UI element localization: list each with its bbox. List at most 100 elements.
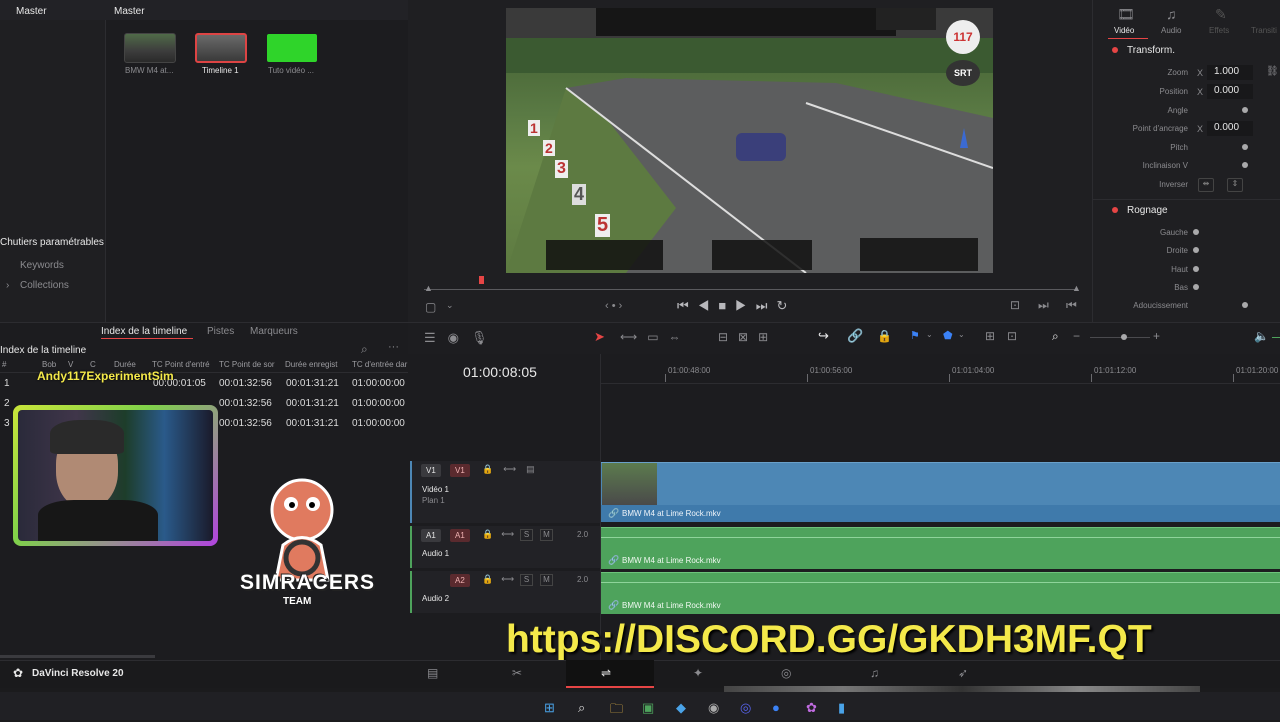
- v1-track-name[interactable]: Vidéo 1: [422, 485, 449, 494]
- crop-left-slider[interactable]: [1193, 229, 1199, 235]
- file-explorer-icon[interactable]: 🗀: [610, 700, 623, 722]
- marker-icon[interactable]: ⬟: [943, 329, 953, 342]
- tab-tracks[interactable]: Pistes: [207, 326, 234, 337]
- smart-bin-keywords[interactable]: Keywords: [20, 260, 64, 271]
- a1-mute-button[interactable]: M: [540, 529, 553, 541]
- volume-icon[interactable]: 🔈: [1254, 329, 1269, 343]
- col-number[interactable]: #: [2, 360, 6, 369]
- match-frame-icon[interactable]: ⊡: [1010, 298, 1020, 312]
- cut-page-icon[interactable]: ✂: [512, 666, 522, 680]
- pitch-slider[interactable]: [1242, 144, 1248, 150]
- crop-top-slider[interactable]: [1193, 266, 1199, 272]
- taskbar-app-icon[interactable]: ▣: [642, 700, 654, 716]
- in-point-icon[interactable]: ▲: [424, 283, 433, 293]
- smart-bins-heading[interactable]: Chutiers paramétrables: [0, 237, 104, 248]
- selection-tool-icon[interactable]: ➤: [594, 329, 605, 345]
- search-icon[interactable]: ⌕: [361, 342, 368, 357]
- fairlight-page-icon[interactable]: ♫: [870, 666, 879, 680]
- viewer-mode-icon[interactable]: ▢: [425, 300, 436, 314]
- timeline-thumb[interactable]: [195, 33, 247, 63]
- col-v[interactable]: V: [68, 360, 73, 369]
- lock-icon[interactable]: 🔒: [877, 329, 892, 343]
- a2-track-name[interactable]: Audio 2: [422, 594, 449, 603]
- windows-start-icon[interactable]: ⊞: [544, 700, 555, 716]
- angle-slider[interactable]: [1242, 107, 1248, 113]
- next-edit-icon[interactable]: ⏭: [1038, 298, 1049, 313]
- zoom-slider[interactable]: [1121, 334, 1127, 340]
- col-rec-in[interactable]: TC d'entrée dar: [352, 360, 407, 369]
- taskbar-app-icon[interactable]: ◆: [676, 700, 686, 716]
- edit-action-tools[interactable]: ⊟⊠⊞: [718, 330, 778, 344]
- play-icon[interactable]: ▶: [735, 298, 756, 313]
- taskbar-app-icon[interactable]: ✿: [806, 700, 817, 716]
- crop-title[interactable]: Rognage: [1127, 205, 1168, 216]
- crop-bottom-slider[interactable]: [1193, 284, 1199, 290]
- v1-source-badge[interactable]: V1: [421, 464, 441, 477]
- zoom-x-field[interactable]: 1.000: [1207, 65, 1253, 80]
- timeline-timecode[interactable]: 01:00:08:05: [463, 364, 537, 380]
- col-rec-duration[interactable]: Durée enregist: [285, 360, 337, 369]
- color-page-icon[interactable]: ◎: [781, 666, 791, 680]
- edit-mode-tools[interactable]: ⟷▭⇔: [620, 330, 691, 344]
- effects-tab-icon[interactable]: ✎: [1215, 6, 1227, 23]
- more-options-icon[interactable]: ···: [388, 341, 399, 353]
- col-duration[interactable]: Durée: [114, 360, 136, 369]
- smart-bin-collections[interactable]: Collections: [20, 280, 69, 291]
- crop-right-slider[interactable]: [1193, 247, 1199, 253]
- enable-dot[interactable]: [1112, 47, 1118, 53]
- zoom-in-icon[interactable]: +: [1153, 329, 1160, 343]
- a1-dest-badge[interactable]: A1: [450, 529, 470, 542]
- out-point-icon[interactable]: ▲: [1072, 283, 1081, 293]
- tab-effects[interactable]: Effets: [1209, 26, 1229, 35]
- loop-icon[interactable]: ↻: [776, 298, 796, 313]
- audio-tab-icon[interactable]: ♫: [1166, 6, 1177, 22]
- chevron-down-icon[interactable]: ⌄: [926, 330, 933, 339]
- linked-selection-icon[interactable]: 🔗: [847, 328, 863, 344]
- taskbar-app-icon[interactable]: ◎: [740, 700, 751, 716]
- tab-transitions[interactable]: Transiti: [1251, 26, 1277, 35]
- media-page-icon[interactable]: ▤: [427, 666, 438, 680]
- v1-dest-badge[interactable]: V1: [450, 464, 470, 477]
- tab-audio[interactable]: Audio: [1161, 26, 1181, 35]
- zoom-mode-tools[interactable]: ⊞⊡: [985, 329, 1029, 343]
- chevron-right-icon[interactable]: ›: [6, 280, 9, 291]
- taskbar-app-icon[interactable]: ▮: [838, 700, 845, 716]
- chevron-down-icon[interactable]: ⌄: [446, 300, 454, 311]
- zoom-search-icon[interactable]: ⌕: [1052, 329, 1059, 344]
- clip-thumb-bmw[interactable]: [124, 33, 176, 63]
- tilt-slider[interactable]: [1242, 162, 1248, 168]
- timeline-view-tools[interactable]: ☰◉🎙: [424, 330, 500, 346]
- prev-edit-icon[interactable]: ⏮: [1066, 298, 1077, 313]
- a2-solo-button[interactable]: S: [520, 574, 533, 586]
- reverse-play-icon[interactable]: ◀: [698, 298, 719, 313]
- clip-thumb-tuto[interactable]: [266, 33, 318, 63]
- tab-video[interactable]: Vidéo: [1114, 26, 1134, 35]
- fusion-page-icon[interactable]: ✦: [693, 666, 703, 680]
- video-tab-icon[interactable]: 🎞: [1117, 6, 1135, 23]
- a1-track-name[interactable]: Audio 1: [422, 549, 449, 558]
- transform-title[interactable]: Transform.: [1127, 45, 1175, 56]
- position-x-field[interactable]: 0.000: [1207, 84, 1253, 99]
- taskbar-app-icon[interactable]: ●: [772, 700, 780, 715]
- col-tc-in[interactable]: TC Point d'entré: [152, 360, 210, 369]
- taskbar-search-icon[interactable]: ⌕: [578, 700, 585, 716]
- playhead-marker[interactable]: [479, 276, 484, 284]
- chevron-down-icon[interactable]: ⌄: [958, 330, 965, 339]
- edit-page-icon[interactable]: ⇌: [601, 666, 611, 680]
- viewer-video[interactable]: 117 SRT 1 2 3 4 5: [506, 8, 993, 273]
- col-c[interactable]: C: [90, 360, 96, 369]
- anchor-x-field[interactable]: 0.000: [1207, 121, 1253, 136]
- softness-slider[interactable]: [1242, 302, 1248, 308]
- col-bob[interactable]: Bob: [42, 360, 56, 369]
- col-tc-out[interactable]: TC Point de sor: [219, 360, 275, 369]
- a1-track-controls[interactable]: 🔒⟷: [482, 529, 522, 540]
- flip-vertical-icon[interactable]: ⇕: [1227, 178, 1243, 192]
- transport-controls[interactable]: ⏮◀■▶⏭↻: [677, 298, 796, 314]
- a1-source-badge[interactable]: A1: [421, 529, 441, 542]
- snapping-icon[interactable]: ↪: [818, 328, 829, 344]
- last-frame-icon[interactable]: ⏭: [756, 298, 777, 313]
- a2-mute-button[interactable]: M: [540, 574, 553, 586]
- zoom-out-icon[interactable]: −: [1073, 329, 1080, 343]
- stop-icon[interactable]: ■: [718, 298, 735, 313]
- taskbar-app-icon[interactable]: ◉: [708, 700, 719, 716]
